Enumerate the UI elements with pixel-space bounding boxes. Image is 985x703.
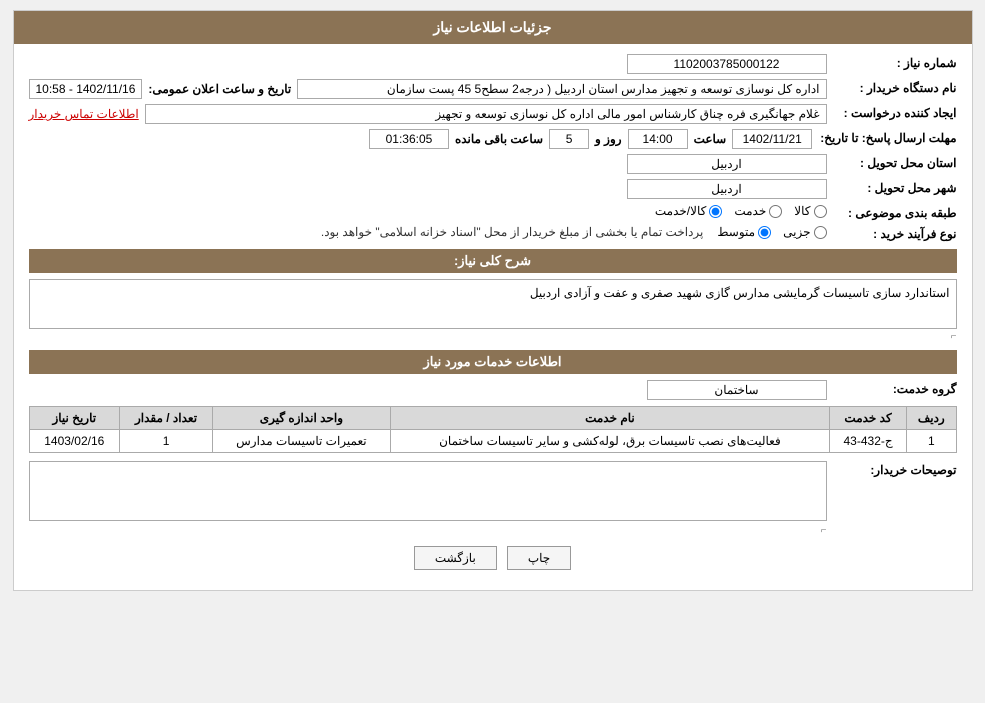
button-row: چاپ بازگشت [29,546,957,570]
main-content: شماره نیاز : 1102003785000122 نام دستگاه… [14,44,972,590]
roz-label: روز و [595,132,622,146]
saat-value: 14:00 [628,129,688,149]
noe-farayand-note: پرداخت تمام یا بخشی از مبلغ خریدار از مح… [321,225,704,239]
bazgasht-button[interactable]: بازگشت [414,546,497,570]
col-kod: کد خدمت [830,407,907,430]
page-header: جزئیات اطلاعات نیاز [14,11,972,44]
sharh-kolli-section-header: شرح کلی نیاز: [29,249,957,273]
chap-button[interactable]: چاپ [507,546,571,570]
ijad-konande-label: ایجاد کننده درخواست : [827,104,957,120]
col-tedad: تعداد / مقدار [120,407,213,430]
roz-value: 5 [549,129,589,149]
table-cell-3: تعمیرات تاسیسات مدارس [213,430,391,453]
tabaqebandi-label: طبقه بندی موضوعی : [827,204,957,220]
sharh-kolli-value: استاندارد سازی تاسیسات گرمایشی مدارس گاز… [530,286,950,300]
ijad-konande-content: غلام جهانگیری فره چناق کارشناس امور مالی… [29,104,827,124]
shomare-niaz-content: 1102003785000122 [29,54,827,74]
shomare-niaz-value: 1102003785000122 [627,54,827,74]
table-cell-2: فعالیت‌های نصب تاسیسات برق، لوله‌کشی و س… [390,430,829,453]
shahr-row: شهر محل تحویل : اردبیل [29,179,957,199]
radio-jozi-input[interactable] [814,226,827,239]
nam-dastgah-row: نام دستگاه خریدار : اداره کل نوسازی توسع… [29,79,957,99]
table-cell-5: 1403/02/16 [29,430,120,453]
tabaqebandi-radio-group: کالا خدمت کالا/خدمت [655,204,827,218]
sharh-kolli-box: استاندارد سازی تاسیسات گرمایشی مدارس گاز… [29,279,957,329]
shahr-value: اردبیل [627,179,827,199]
tabaqebandi-content: کالا خدمت کالا/خدمت [29,204,827,218]
mohlat-content: 1402/11/21 ساعت 14:00 روز و 5 ساعت باقی … [29,129,813,149]
col-radif: ردیف [907,407,956,430]
shahr-content: اردبیل [29,179,827,199]
tarikh-value: 1402/11/21 [732,129,812,149]
nam-dastgah-content: اداره کل نوسازی توسعه و تجهیز مدارس استا… [29,79,827,99]
khadamat-section-label: اطلاعات خدمات مورد نیاز [423,354,561,369]
radio-kala-khadamat: کالا/خدمت [655,204,722,218]
shahr-label: شهر محل تحویل : [827,179,957,195]
radio-kala-khadamat-input[interactable] [709,205,722,218]
shomare-niaz-label: شماره نیاز : [827,54,957,70]
col-nam: نام خدمت [390,407,829,430]
groh-khadamat-label: گروه خدمت: [827,380,957,396]
radio-kala-input[interactable] [814,205,827,218]
ostan-row: استان محل تحویل : اردبیل [29,154,957,174]
radio-kala-khadamat-label: کالا/خدمت [655,204,706,218]
col-tarikh: تاریخ نیاز [29,407,120,430]
noe-farayand-label: نوع فرآیند خرید : [827,225,957,241]
services-table: ردیف کد خدمت نام خدمت واحد اندازه گیری ت… [29,406,957,453]
ostan-content: اردبیل [29,154,827,174]
radio-khadamat-input[interactable] [769,205,782,218]
groh-khadamat-value: ساختمان [647,380,827,400]
mohlat-label: مهلت ارسال پاسخ: تا تاریخ: [812,129,956,145]
ettelaat-tamas-link[interactable]: اطلاعات تماس خریدار [29,107,139,121]
radio-jozi-label: جزیی [783,225,810,239]
nam-dastgah-label: نام دستگاه خریدار : [827,79,957,95]
tosiyat-box [29,461,827,521]
groh-khadamat-content: ساختمان [29,380,827,400]
saat-label: ساعت [694,132,727,146]
radio-khadamat: خدمت [734,204,782,218]
services-table-container: ردیف کد خدمت نام خدمت واحد اندازه گیری ت… [29,406,957,453]
page-title: جزئیات اطلاعات نیاز [433,19,551,35]
tosiyat-label: توصیحات خریدار: [827,461,957,477]
ijad-konande-value: غلام جهانگیری فره چناق کارشناس امور مالی… [145,104,827,124]
nam-dastgah-value: اداره کل نوسازی توسعه و تجهیز مدارس استا… [297,79,826,99]
sharh-kolli-section-label: شرح کلی نیاز: [454,253,531,268]
radio-motevaset: متوسط [717,225,771,239]
table-cell-4: 1 [120,430,213,453]
radio-motevaset-label: متوسط [717,225,755,239]
noe-farayand-radio-group: جزیی متوسط [717,225,826,239]
groh-khadamat-row: گروه خدمت: ساختمان [29,380,957,400]
khadamat-section-header: اطلاعات خدمات مورد نیاز [29,350,957,374]
tarikh-saat-value: 1402/11/16 - 10:58 [29,79,143,99]
noe-farayand-row: نوع فرآیند خرید : جزیی متوسط پرداخت تمام… [29,225,957,241]
table-cell-1: ج-432-43 [830,430,907,453]
table-cell-0: 1 [907,430,956,453]
radio-khadamat-label: خدمت [734,204,766,218]
tosiyat-content: ⌐ [29,461,827,536]
ijad-konande-row: ایجاد کننده درخواست : غلام جهانگیری فره … [29,104,957,124]
radio-motevaset-input[interactable] [758,226,771,239]
tosiyat-row: توصیحات خریدار: ⌐ [29,461,957,536]
tarikh-saat-label: تاریخ و ساعت اعلان عمومی: [148,82,291,96]
resize-handle-2: ⌐ [29,525,827,536]
baghi-label: ساعت باقی مانده [455,132,543,146]
radio-kala-label: کالا [794,204,810,218]
radio-kala: کالا [794,204,826,218]
tabaqebandi-row: طبقه بندی موضوعی : کالا خدمت کالا/خدمت [29,204,957,220]
mohlat-row: مهلت ارسال پاسخ: تا تاریخ: 1402/11/21 سا… [29,129,957,149]
noe-farayand-content: جزیی متوسط پرداخت تمام یا بخشی از مبلغ خ… [29,225,827,239]
col-vahed: واحد اندازه گیری [213,407,391,430]
shomare-niaz-row: شماره نیاز : 1102003785000122 [29,54,957,74]
sharh-kolli-area: استاندارد سازی تاسیسات گرمایشی مدارس گاز… [29,279,957,342]
radio-jozi: جزیی [783,225,826,239]
baghi-value: 01:36:05 [369,129,449,149]
ostan-value: اردبیل [627,154,827,174]
table-row: 1ج-432-43فعالیت‌های نصب تاسیسات برق، لول… [29,430,956,453]
page-container: جزئیات اطلاعات نیاز شماره نیاز : 1102003… [13,10,973,591]
resize-handle: ⌐ [29,331,957,342]
ostan-label: استان محل تحویل : [827,154,957,170]
